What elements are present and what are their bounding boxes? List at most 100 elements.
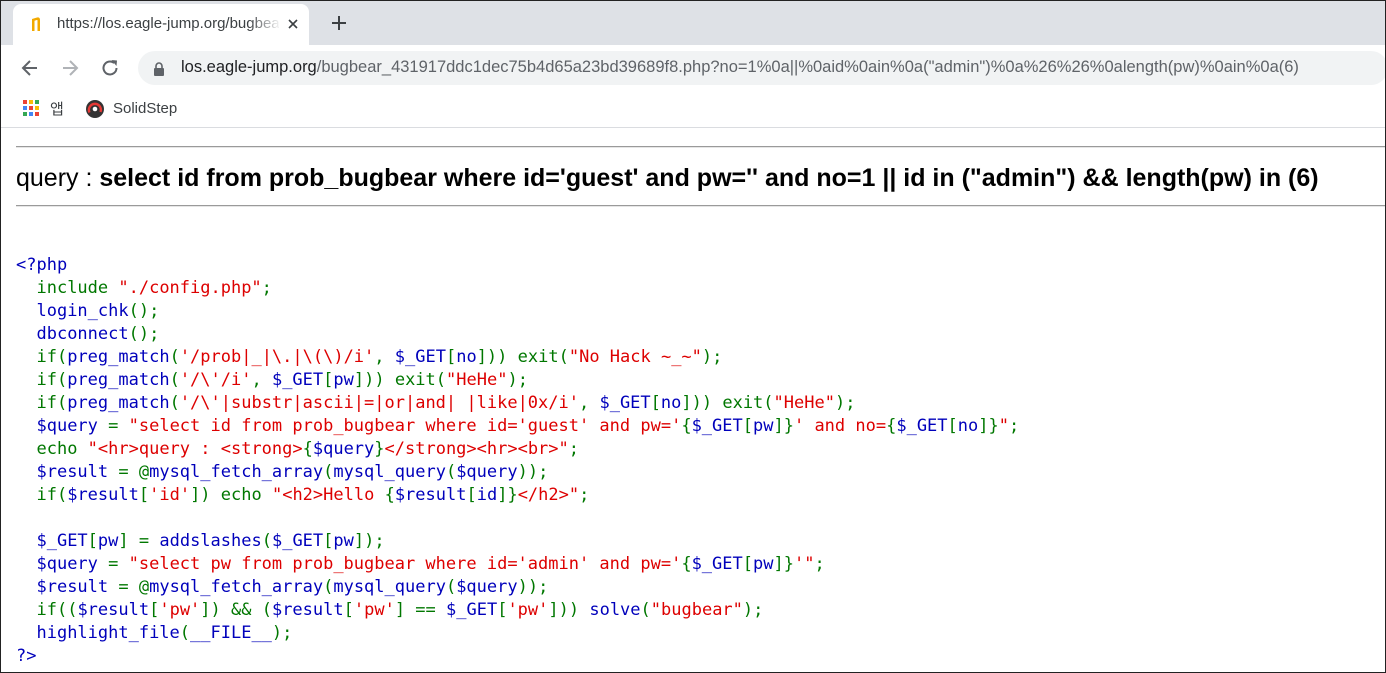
code-token: echo [36, 439, 88, 459]
code-token: no [957, 416, 979, 436]
code-token: preg_match [67, 347, 170, 367]
back-arrow-icon[interactable] [19, 57, 41, 79]
code-line: highlight_file(__FILE__); [16, 622, 1019, 645]
code-token: , [251, 370, 272, 390]
code-token: "<h2>Hello [271, 485, 385, 505]
code-token: $_GET [394, 347, 446, 367]
page-content: query : select id from prob_bugbear wher… [1, 128, 1385, 672]
code-line: if(($result['pw']) && ($result['pw'] == … [16, 599, 1019, 622]
code-token: pw [753, 554, 774, 574]
code-token: $query [36, 554, 109, 574]
code-token: mysql_fetch_array [149, 577, 324, 597]
code-token: ; [261, 278, 272, 298]
code-line: $_GET[pw] = addslashes($_GET[pw]); [16, 530, 1019, 553]
code-token: $_GET [271, 370, 324, 390]
code-token: exit [394, 370, 436, 390]
code-token: ( [445, 577, 457, 597]
code-token: $result [67, 485, 139, 505]
code-token: ]} [773, 554, 794, 574]
code-token: ( [261, 531, 272, 551]
apps-grid-icon [22, 99, 40, 117]
code-token: ( [323, 577, 334, 597]
tab-title-fade [249, 12, 281, 38]
code-token: )); [517, 462, 549, 482]
code-token: [ [497, 600, 508, 620]
code-token: if(( [36, 600, 78, 620]
code-token: { [384, 485, 395, 505]
code-line: $result = @mysql_fetch_array(mysql_query… [16, 576, 1019, 599]
code-token: [ [445, 347, 457, 367]
code-token: ); [701, 347, 723, 367]
url-text[interactable]: los.eagle-jump.org/bugbear_431917ddc1dec… [181, 58, 1299, 77]
code-token: ' and no= [793, 416, 887, 436]
code-token: [ [138, 485, 150, 505]
code-token: pw [333, 531, 354, 551]
code-token: login_chk [36, 301, 129, 321]
code-token: , [578, 393, 600, 413]
code-token: [ [650, 393, 661, 413]
code-token: = [108, 554, 129, 574]
code-token: ])) [681, 393, 723, 413]
code-token: "select id from prob_bugbear where id='g… [128, 416, 682, 436]
code-token: ( [445, 462, 457, 482]
code-token: ( [179, 623, 191, 643]
code-token: { [886, 416, 897, 436]
reload-icon[interactable] [99, 57, 121, 79]
forward-arrow-icon[interactable] [59, 57, 81, 79]
code-token: ] = [118, 531, 160, 551]
code-token: id [476, 485, 498, 505]
code-token: ] == [394, 600, 446, 620]
query-value: select id from prob_bugbear where id='gu… [99, 164, 1319, 192]
code-token: $result [271, 600, 344, 620]
code-token: ( [640, 600, 651, 620]
code-token: ; [814, 554, 825, 574]
lock-icon[interactable] [153, 61, 165, 76]
code-token: $_GET [271, 531, 324, 551]
new-tab-plus-icon[interactable] [329, 13, 349, 33]
code-token: mysql_query [333, 577, 446, 597]
code-token: preg_match [67, 370, 170, 390]
address-bar[interactable]: los.eagle-jump.org/bugbear_431917ddc1dec… [138, 51, 1385, 85]
code-line: if(preg_match('/\'|substr|ascii|=|or|and… [16, 392, 1019, 415]
code-line: echo "<hr>query : <strong>{$query}</stro… [16, 438, 1019, 461]
code-line: $query = "select id from prob_bugbear wh… [16, 415, 1019, 438]
code-token: addslashes [159, 531, 262, 551]
code-token: $_GET [896, 416, 948, 436]
code-line: login_chk(); [16, 300, 1019, 323]
code-token: $_GET [446, 600, 498, 620]
bookmark-apps[interactable]: 앱 [22, 96, 64, 120]
code-line: dbconnect(); [16, 323, 1019, 346]
code-token: pw [333, 370, 354, 390]
code-token: , [374, 347, 395, 367]
code-token: ]} [773, 416, 794, 436]
code-token: </h2>" [517, 485, 580, 505]
code-line: $query = "select pw from prob_bugbear wh… [16, 553, 1019, 576]
code-token: "HeHe" [446, 370, 508, 390]
code-token: exit [722, 393, 764, 413]
active-tab[interactable]: https://los.eagle-jump.org/bugbear_43191… [13, 4, 309, 45]
tab-close-icon[interactable] [285, 16, 301, 32]
code-token: ( [435, 370, 447, 390]
code-token: )); [517, 577, 549, 597]
code-token: ])) [548, 600, 590, 620]
bookmark-solidstep[interactable]: SolidStep [85, 96, 177, 120]
code-token: ]} [978, 416, 999, 436]
code-token: ; [568, 439, 580, 459]
code-token: no [660, 393, 682, 413]
code-line: ?> [16, 645, 1019, 668]
browser-window: https://los.eagle-jump.org/bugbear_43191… [0, 0, 1386, 673]
code-token: no [456, 347, 477, 367]
code-token: ); [507, 370, 528, 390]
code-token: [ [149, 600, 160, 620]
code-token: $query [36, 416, 109, 436]
code-token: solve [589, 600, 641, 620]
code-token: ); [742, 600, 764, 620]
code-token: ( [763, 393, 774, 413]
